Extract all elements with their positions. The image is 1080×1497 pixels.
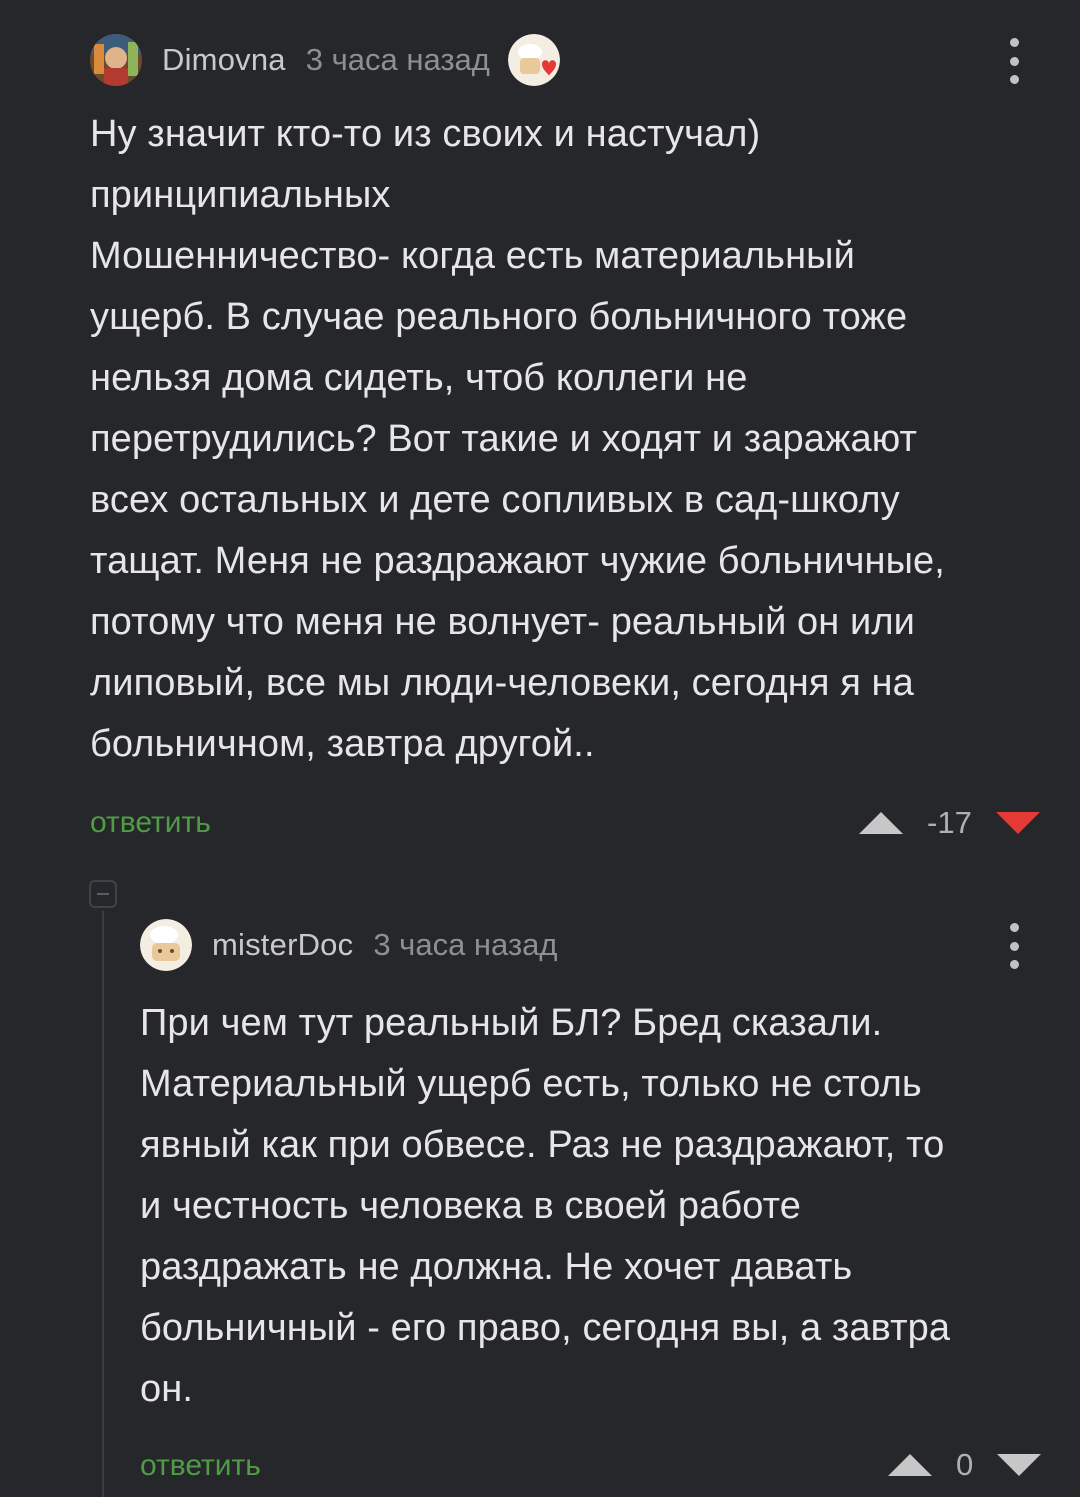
user-avatar[interactable]: [90, 34, 142, 86]
comments-screen: Dimovna 3 часа назад Ну значит кто-то из…: [0, 0, 1080, 1497]
triangle-up-icon[interactable]: [886, 1452, 934, 1478]
comment-rating: -17: [927, 805, 972, 840]
reply-button[interactable]: ответить: [140, 1449, 261, 1483]
comment-header: Dimovna 3 часа назад: [90, 30, 560, 90]
reply-button[interactable]: ответить: [90, 806, 211, 840]
triangle-down-icon[interactable]: [994, 810, 1042, 836]
more-vertical-icon[interactable]: [1004, 38, 1024, 84]
comment-author[interactable]: Dimovna: [162, 42, 286, 78]
thread-line[interactable]: [102, 911, 104, 1497]
collapse-minus-icon[interactable]: [89, 880, 117, 908]
comment-text: Ну значит кто-то из своих и настучал) пр…: [90, 113, 945, 765]
comment-time: 3 часа назад: [305, 42, 490, 77]
triangle-down-icon[interactable]: [995, 1452, 1043, 1478]
heart-badge-icon: [507, 34, 560, 86]
comment-rating: 0: [956, 1447, 974, 1482]
comment-header: misterDoc 3 часа назад: [140, 915, 557, 975]
comment-author[interactable]: misterDoc: [212, 927, 353, 963]
user-avatar[interactable]: [140, 919, 192, 971]
more-vertical-icon[interactable]: [1004, 923, 1024, 969]
comment-time: 3 часа назад: [373, 927, 558, 962]
vote-controls: 0: [886, 1445, 1043, 1485]
vote-controls: -17: [857, 803, 1042, 843]
triangle-up-icon[interactable]: [857, 810, 905, 836]
comment-text: При чем тут реальный БЛ? Бред сказали. М…: [140, 1002, 951, 1410]
